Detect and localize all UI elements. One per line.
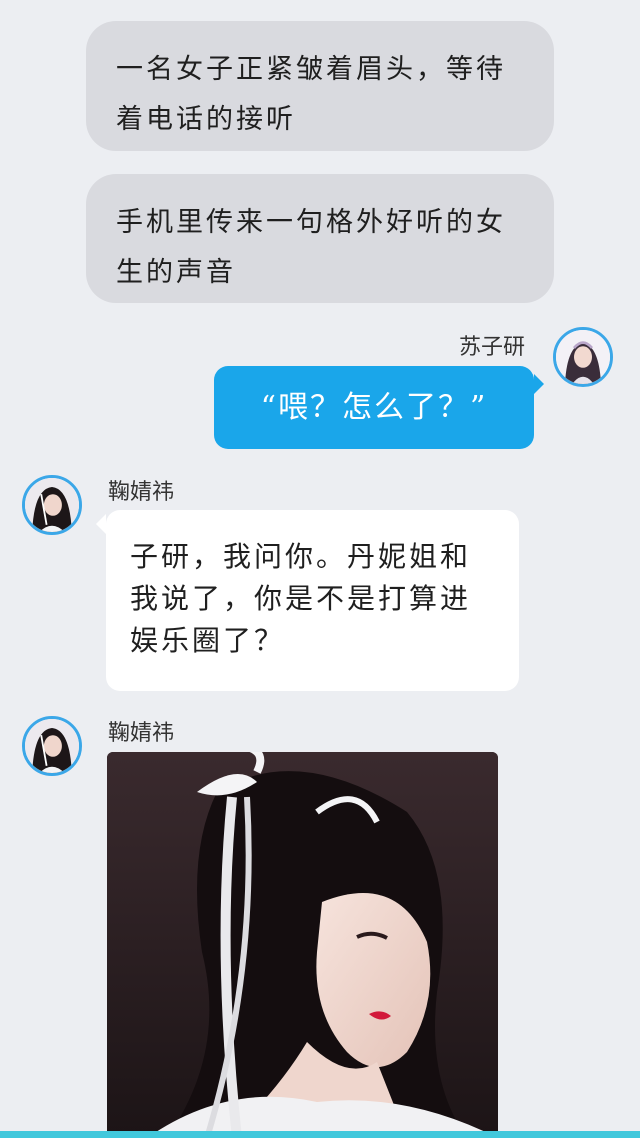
message-bubble-left[interactable]: 子研，我问你。丹妮姐和我说了，你是不是打算进娱乐圈了？	[106, 510, 519, 691]
sender-name-left: 鞠婧祎	[108, 480, 175, 505]
message-text-left: 子研，我问你。丹妮姐和我说了，你是不是打算进娱乐圈了？	[130, 540, 472, 657]
bubble-tail-right	[534, 374, 544, 394]
sender-name-right: 苏子研	[459, 335, 526, 360]
bottom-bar	[0, 1131, 640, 1138]
avatar-portrait-icon[interactable]	[22, 475, 82, 535]
message-text-right: “喂？怎么了？”	[260, 390, 488, 425]
avatar-portrait-icon[interactable]	[553, 327, 613, 387]
narration-bubble-1: 一名女子正紧皱着眉头，等待着电话的接听	[86, 21, 554, 151]
message-bubble-right[interactable]: “喂？怎么了？”	[214, 366, 534, 449]
sender-name-left-image: 鞠婧祎	[108, 721, 175, 746]
narration-text-1: 一名女子正紧皱着眉头，等待着电话的接听	[116, 54, 506, 135]
bubble-tail-left	[96, 514, 106, 534]
portrait-photo-icon[interactable]	[107, 752, 498, 1138]
narration-bubble-2: 手机里传来一句格外好听的女生的声音	[86, 174, 554, 303]
avatar-portrait-icon[interactable]	[22, 716, 82, 776]
narration-text-2: 手机里传来一句格外好听的女生的声音	[116, 207, 506, 288]
